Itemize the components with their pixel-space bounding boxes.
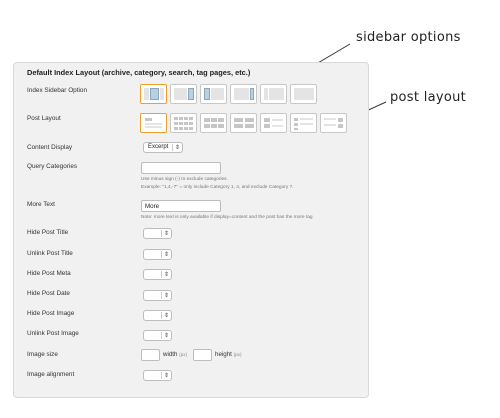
updown-arrow-icon: ⇕ (160, 230, 169, 237)
sidebar-option-thumbs (140, 84, 317, 104)
post-layout-grid3-option[interactable] (200, 113, 227, 133)
image-height-input[interactable] (193, 349, 212, 361)
default-index-layout-panel: Default Index Layout (archive, category,… (13, 62, 369, 398)
image-alignment-label: Image alignment (27, 371, 75, 378)
sidebar-right-option[interactable] (170, 84, 197, 104)
sidebar-left-option[interactable] (200, 84, 227, 104)
image-size-label: Image size (27, 351, 58, 358)
updown-arrow-icon: ⇕ (171, 144, 180, 151)
query-categories-note: Use minus sign (-) to exclude categories… (141, 177, 228, 182)
content-display-select[interactable]: Excerpt ⇕ (143, 142, 183, 153)
hide-post-title-label: Hide Post Title (27, 229, 69, 236)
unlink-post-image-select[interactable]: ⇕ (143, 330, 172, 341)
hide-post-date-label: Hide Post Date (27, 290, 70, 297)
query-categories-input[interactable] (141, 162, 221, 174)
unlink-post-title-label: Unlink Post Title (27, 250, 73, 257)
hide-post-title-select[interactable]: ⇕ (143, 228, 172, 239)
post-layout-thumbs (140, 113, 347, 133)
query-categories-label: Query Categories (27, 163, 78, 170)
post-layout-list-alt-option[interactable] (320, 113, 347, 133)
hide-post-meta-select[interactable]: ⇕ (143, 269, 172, 280)
sidebar-left-right-option[interactable] (140, 84, 167, 104)
post-layout-grid2-option[interactable] (230, 113, 257, 133)
updown-arrow-icon: ⇕ (160, 312, 169, 319)
updown-arrow-icon: ⇕ (160, 372, 169, 379)
sidebar-option-label: Index Sidebar Option (27, 87, 88, 94)
sidebar-narrow-left-option[interactable] (260, 84, 287, 104)
hide-post-image-label: Hide Post Image (27, 310, 75, 317)
unlink-post-image-label: Unlink Post Image (27, 330, 79, 337)
more-text-input[interactable]: More (141, 200, 221, 212)
post-layout-list-small-option[interactable] (290, 113, 317, 133)
image-alignment-select[interactable]: ⇕ (143, 370, 172, 381)
hide-post-date-select[interactable]: ⇕ (143, 290, 172, 301)
post-layout-label: Post Layout (27, 115, 61, 122)
content-display-label: Content Display (27, 144, 73, 151)
unlink-post-title-select[interactable]: ⇕ (143, 249, 172, 260)
sidebar-narrow-right-option[interactable] (230, 84, 257, 104)
updown-arrow-icon: ⇕ (160, 292, 169, 299)
query-categories-example: Example: "1,4,-7" = only include Categor… (141, 185, 294, 190)
content-display-value: Excerpt (148, 144, 169, 150)
more-text-note: Note: more text is only available if dis… (141, 215, 313, 220)
more-text-label: More Text (27, 201, 55, 208)
image-width-input[interactable] (141, 349, 160, 361)
post-layout-annotation: post layout (390, 90, 467, 105)
post-layout-list-thumb-option[interactable] (260, 113, 287, 133)
no-sidebar-option[interactable] (290, 84, 317, 104)
updown-arrow-icon: ⇕ (160, 251, 169, 258)
sidebar-options-annotation: sidebar options (356, 30, 461, 45)
post-layout-grid4-option[interactable] (170, 113, 197, 133)
post-layout-fullwidth-option[interactable] (140, 113, 167, 133)
updown-arrow-icon: ⇕ (160, 271, 169, 278)
hide-post-image-select[interactable]: ⇕ (143, 310, 172, 321)
panel-title: Default Index Layout (archive, category,… (27, 68, 251, 77)
image-height-label: height (px) (215, 351, 242, 358)
hide-post-meta-label: Hide Post Meta (27, 270, 71, 277)
image-width-label: width (px) (163, 351, 188, 358)
updown-arrow-icon: ⇕ (160, 332, 169, 339)
